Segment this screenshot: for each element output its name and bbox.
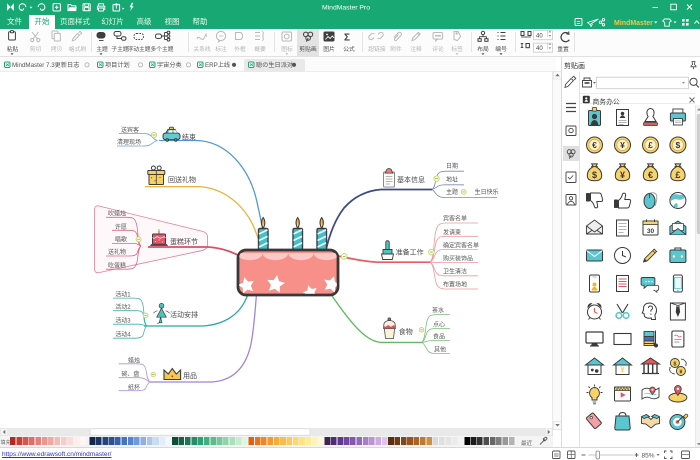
- svg-text:$: $: [591, 170, 596, 180]
- svg-text:¥: ¥: [619, 170, 624, 180]
- svg-text:送礼物: 送礼物: [108, 248, 126, 256]
- svg-text:清理现场: 清理现场: [117, 138, 141, 146]
- svg-text:主题: 主题: [446, 188, 458, 196]
- svg-text:吹蜡烛: 吹蜡烛: [108, 209, 126, 217]
- svg-text:30: 30: [646, 227, 654, 234]
- svg-text:活动3: 活动3: [115, 317, 131, 325]
- svg-text:结束: 结束: [182, 133, 196, 142]
- svg-text:碗、盘: 碗、盘: [121, 370, 139, 378]
- svg-text:发请柬: 发请柬: [443, 228, 461, 236]
- svg-text:£: £: [648, 140, 653, 150]
- svg-text:MindMaster: MindMaster: [614, 20, 653, 27]
- svg-text:点心: 点心: [433, 320, 445, 328]
- svg-text:宾客名单: 宾客名单: [443, 215, 467, 223]
- svg-text:£: £: [675, 170, 680, 180]
- svg-text:其他: 其他: [434, 345, 446, 353]
- svg-text:食物: 食物: [399, 327, 413, 336]
- svg-text:准备工作: 准备工作: [396, 248, 424, 257]
- svg-text:茶水: 茶水: [432, 307, 444, 315]
- svg-text:吃蛋糕: 吃蛋糕: [108, 262, 126, 270]
- svg-text:确定宾客名单: 确定宾客名单: [443, 241, 479, 249]
- svg-text:€: €: [592, 140, 597, 150]
- svg-text:40: 40: [536, 34, 543, 40]
- svg-text:¥: ¥: [620, 365, 625, 374]
- svg-text:$: $: [675, 140, 680, 150]
- svg-text:回送礼物: 回送礼物: [168, 175, 196, 184]
- svg-text:地址: 地址: [446, 175, 458, 183]
- svg-text:生日快乐: 生日快乐: [475, 188, 499, 196]
- svg-text:购买装饰品: 购买装饰品: [443, 254, 473, 262]
- svg-text:食品: 食品: [433, 332, 445, 340]
- svg-text:送宾客: 送宾客: [121, 126, 139, 134]
- svg-text:用品: 用品: [183, 372, 197, 380]
- svg-text:活动安排: 活动安排: [170, 310, 198, 319]
- svg-text:基本信息: 基本信息: [397, 175, 425, 184]
- svg-text:唱歌: 唱歌: [115, 236, 127, 244]
- svg-text:蜡烛: 蜡烛: [128, 356, 140, 364]
- svg-text:85%: 85%: [642, 453, 655, 460]
- svg-text:活动1: 活动1: [115, 291, 131, 299]
- svg-text:MindMaster Pro: MindMaster Pro: [322, 5, 370, 12]
- svg-text:许愿: 许愿: [115, 223, 127, 231]
- svg-text:$: $: [673, 361, 676, 367]
- svg-text:40: 40: [536, 46, 543, 52]
- svg-text:Σ: Σ: [344, 33, 350, 44]
- svg-text:卫生清洁: 卫生清洁: [443, 268, 467, 276]
- svg-text:活动4: 活动4: [115, 331, 131, 339]
- svg-text:纸杯: 纸杯: [128, 383, 140, 391]
- svg-text:活动2: 活动2: [115, 303, 131, 311]
- svg-text:布置场地: 布置场地: [443, 281, 467, 289]
- svg-text:¥: ¥: [620, 140, 625, 150]
- svg-text:日期: 日期: [446, 162, 458, 170]
- svg-text:€: €: [647, 170, 652, 180]
- svg-text:蛋糕环节: 蛋糕环节: [170, 237, 198, 246]
